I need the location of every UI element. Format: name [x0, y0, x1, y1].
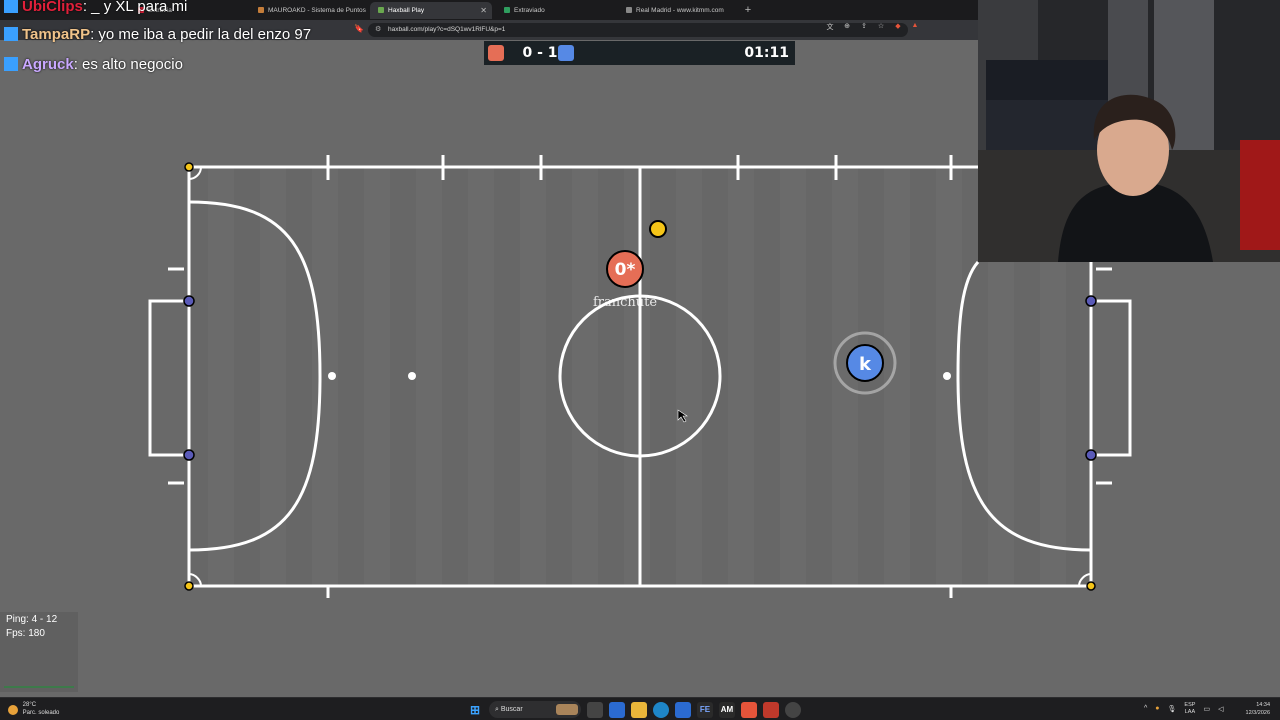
corner-post — [184, 162, 194, 172]
scoreboard: 0 - 1 01:11 — [484, 41, 795, 65]
goal-post — [183, 295, 195, 307]
right-goal — [1091, 299, 1132, 457]
ping-text: Ping: 4 - 12 — [6, 614, 58, 625]
fps-graph — [4, 686, 74, 688]
goal-post — [1085, 449, 1097, 461]
language-indicator[interactable]: ESP LAA — [1184, 702, 1195, 715]
weather-desc: Parc. soleado — [22, 710, 60, 716]
goal-post — [183, 449, 195, 461]
network-icon[interactable]: ▭ — [1203, 705, 1210, 713]
streamer-webcam — [978, 0, 1280, 262]
blue-player-label: k — [859, 354, 872, 375]
fe-app-icon[interactable]: FE — [697, 701, 713, 718]
chat-username: Agruck — [22, 56, 74, 73]
chat-text: : _ y XL para mi — [82, 0, 188, 15]
match-timer: 01:11 — [744, 45, 789, 61]
chat-username: UbiClips — [22, 0, 83, 15]
system-clock[interactable]: 14:34 12/3/2026 — [1246, 701, 1270, 717]
obs-icon[interactable]: AM — [719, 701, 735, 718]
search-highlight-icon — [556, 704, 578, 715]
language-top: ESP — [1184, 702, 1196, 708]
microphone-icon[interactable]: 🎙 — [1168, 705, 1177, 713]
goal-post — [1085, 295, 1097, 307]
corner-post — [184, 581, 194, 591]
fps-text: Fps: 180 — [6, 628, 45, 639]
chat-message: Agruck: es alto negocio — [4, 50, 183, 80]
brave-icon[interactable] — [741, 701, 757, 718]
chat-username: TampaRP — [22, 26, 91, 43]
system-tray: ^ ● 🎙 ESP LAA ▭ ◁ — [1144, 702, 1223, 715]
sun-icon — [8, 705, 18, 715]
penalty-spot — [328, 372, 336, 380]
search-placeholder: Buscar — [500, 706, 523, 713]
edge-icon[interactable] — [653, 701, 669, 718]
app-icon[interactable] — [675, 701, 691, 718]
blue-team-icon — [558, 45, 574, 61]
volume-icon[interactable]: ◁ — [1218, 705, 1223, 713]
store-icon[interactable] — [609, 701, 625, 718]
media-app-icon[interactable] — [763, 701, 779, 718]
weather-temp: 28°C — [22, 702, 37, 708]
weather-widget[interactable]: 28°C Parc. soleado — [8, 701, 59, 717]
chat-badge-icon — [4, 0, 18, 13]
corner-post — [1086, 581, 1096, 591]
chat-message: UbiClips: _ y XL para mi — [4, 0, 187, 22]
file-explorer-icon[interactable] — [631, 701, 647, 718]
windows-taskbar: 28°C Parc. soleado ⊞ ⌕ Buscar FE AM ^ ● … — [0, 697, 1280, 720]
penalty-spot — [943, 372, 951, 380]
chat-text: : yo me iba a pedir la del enzo 97 — [90, 26, 312, 43]
chat-badge-icon — [4, 57, 18, 71]
chat-message: TampaRP: yo me iba a pedir la del enzo 9… — [4, 20, 311, 50]
penalty-spot — [408, 372, 416, 380]
settings-app-icon[interactable] — [785, 701, 801, 718]
chat-text: : es alto negocio — [73, 56, 183, 73]
task-view-icon[interactable] — [587, 701, 603, 718]
clock-date: 12/3/2026 — [1245, 710, 1270, 716]
taskbar-apps: ⊞ ⌕ Buscar FE AM — [467, 701, 801, 718]
webcam-image — [978, 0, 1280, 262]
chevron-up-icon[interactable]: ^ — [1144, 705, 1147, 712]
left-goal — [148, 299, 189, 457]
tray-app-icon[interactable]: ● — [1155, 705, 1159, 712]
clock-time: 14:34 — [1256, 702, 1270, 708]
taskbar-search[interactable]: ⌕ Buscar — [489, 701, 581, 718]
network-stats: Ping: 4 - 12 Fps: 180 — [0, 612, 78, 692]
language-bottom: LAA — [1184, 708, 1196, 715]
chat-badge-icon — [4, 27, 18, 41]
red-player-name: franchute — [593, 295, 657, 310]
red-team-icon — [488, 45, 504, 61]
red-player-label: 0* — [615, 260, 636, 280]
ball — [649, 220, 667, 238]
windows-start-icon[interactable]: ⊞ — [467, 702, 483, 718]
